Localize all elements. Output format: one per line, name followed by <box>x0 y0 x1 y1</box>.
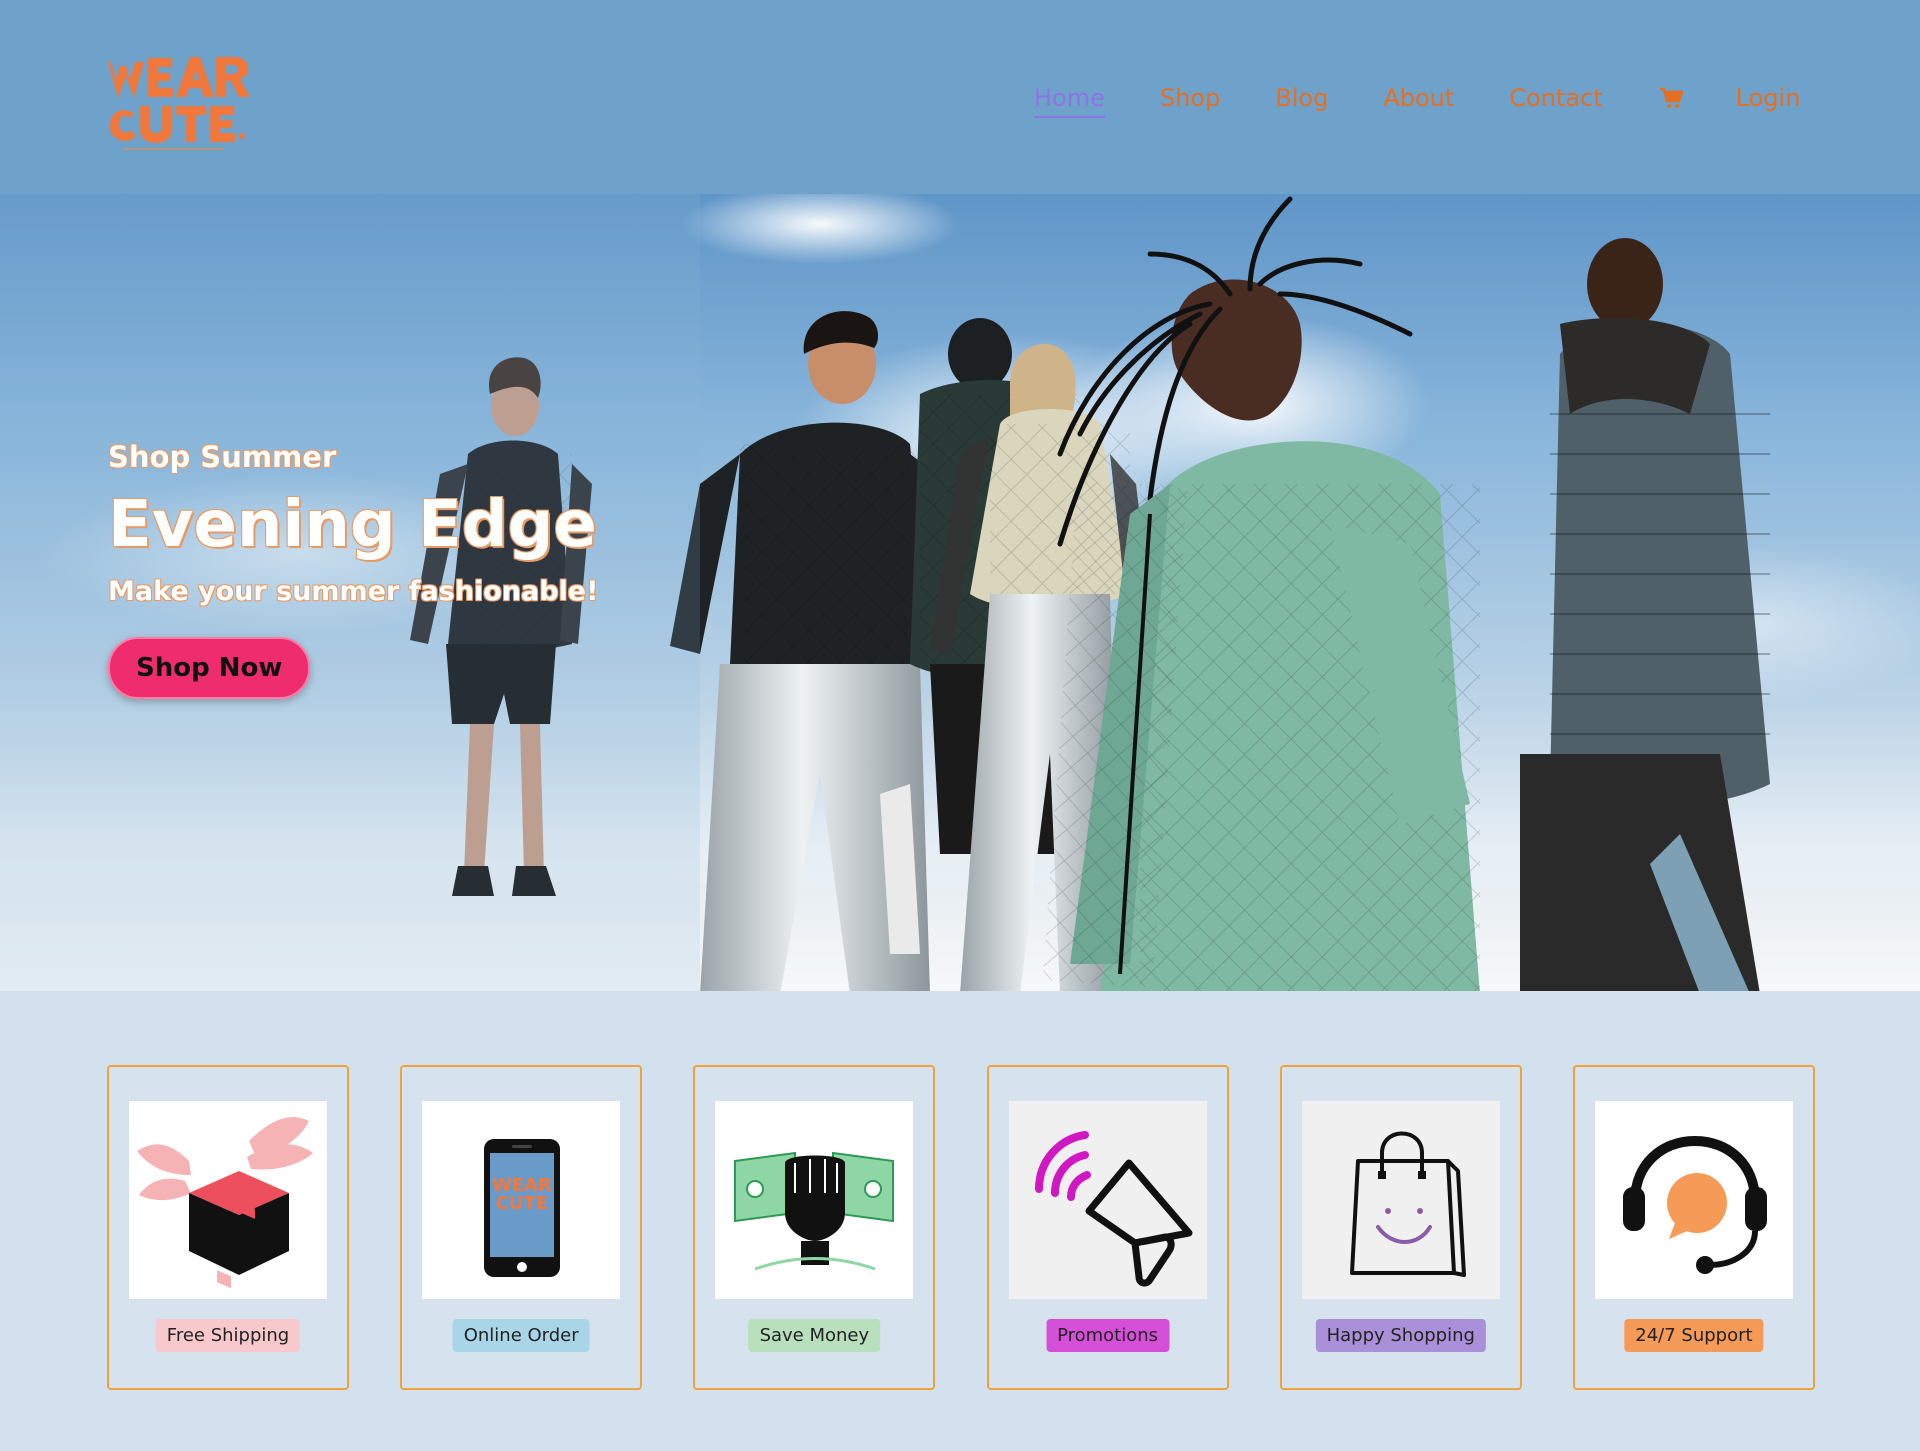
feature-image <box>715 1101 914 1299</box>
feature-tag: Save Money <box>748 1319 881 1352</box>
winged-box-icon <box>137 1117 313 1289</box>
hero-headline: Evening Edge <box>108 488 597 562</box>
megaphone-icon <box>1034 1131 1193 1287</box>
feature-card-support: 24/7 Support <box>1572 1065 1815 1390</box>
feature-tag: Promotions <box>1046 1319 1170 1352</box>
logo-icon <box>108 57 250 150</box>
nav-shop[interactable]: Shop <box>1160 84 1220 112</box>
feature-image <box>129 1101 327 1299</box>
nav-home[interactable]: Home <box>1034 84 1105 118</box>
features-row: Free Shipping WEAR CUTE Online Order Sav… <box>107 1065 1815 1390</box>
hero-kicker: Shop Summer <box>108 440 337 474</box>
brand-logo[interactable] <box>104 52 254 156</box>
feature-tag: Free Shipping <box>155 1319 301 1352</box>
nav-login[interactable]: Login <box>1736 84 1801 112</box>
feature-image <box>1008 1101 1207 1299</box>
feature-card-free-shipping: Free Shipping <box>107 1065 349 1390</box>
headset-icon <box>1622 1135 1767 1274</box>
hero-banner: Shop Summer Evening Edge Make your summe… <box>0 194 1920 991</box>
hero-copy: Shop Summer Evening Edge Make your summe… <box>108 440 598 699</box>
feature-tag: Online Order <box>452 1319 590 1352</box>
main-nav: Home Shop Blog About Contact Login <box>1034 80 1801 118</box>
nav-about[interactable]: About <box>1383 84 1454 112</box>
feature-image: WEAR CUTE <box>422 1101 621 1299</box>
nav-blog[interactable]: Blog <box>1275 84 1328 112</box>
feature-card-save-money: Save Money <box>693 1065 936 1390</box>
feature-image <box>1301 1101 1500 1299</box>
nav-contact[interactable]: Contact <box>1509 84 1602 112</box>
feature-tag: Happy Shopping <box>1315 1319 1486 1352</box>
feature-tag: 24/7 Support <box>1624 1319 1764 1352</box>
feature-card-online-order: WEAR CUTE Online Order <box>400 1065 643 1390</box>
cart-icon[interactable] <box>1658 85 1684 111</box>
hero-subheadline: Make your summer fashionable! <box>108 576 599 607</box>
feature-image <box>1594 1101 1793 1299</box>
site-header: Home Shop Blog About Contact Login <box>0 0 1920 194</box>
svg-text:CUTE: CUTE <box>496 1193 548 1214</box>
shop-now-button[interactable]: Shop Now <box>108 637 311 699</box>
feature-card-happy-shopping: Happy Shopping <box>1279 1065 1522 1390</box>
shopping-bag-icon <box>1349 1131 1466 1277</box>
feature-card-promotions: Promotions <box>986 1065 1229 1390</box>
money-fist-icon <box>734 1151 895 1271</box>
smartphone-icon: WEAR CUTE <box>484 1139 561 1277</box>
